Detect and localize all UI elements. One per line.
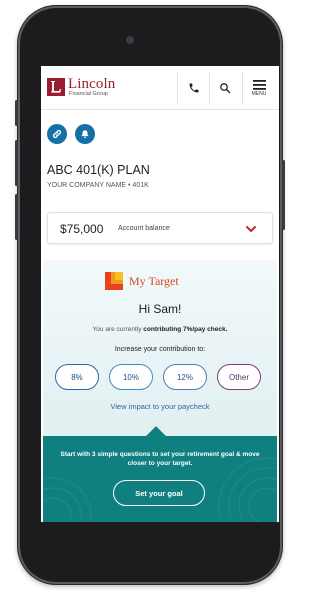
call-button[interactable] bbox=[182, 75, 206, 101]
balance-label: Account balance bbox=[118, 225, 170, 232]
greeting: Hi Sam! bbox=[138, 302, 182, 316]
phone-volume-down bbox=[15, 194, 18, 240]
my-target-header: My Target bbox=[105, 272, 225, 292]
phone-power-button bbox=[282, 160, 285, 230]
chevron-down-icon[interactable] bbox=[244, 222, 258, 236]
contribution-option-12[interactable]: 12% bbox=[163, 364, 207, 390]
app-header: Lincoln Financial Group MENU bbox=[41, 66, 279, 110]
link-button[interactable] bbox=[47, 124, 67, 144]
increase-contribution-label: Increase your contribution to: bbox=[114, 346, 206, 353]
notifications-button[interactable] bbox=[75, 124, 95, 144]
plan-title: ABC 401(K) PLAN bbox=[47, 163, 150, 177]
menu-label: MENU bbox=[251, 90, 267, 97]
account-balance-card[interactable]: $75,000 Account balance bbox=[47, 212, 273, 244]
header-divider bbox=[177, 72, 178, 104]
search-button[interactable] bbox=[213, 75, 237, 101]
goal-cta-text: Start with 3 simple questions to set you… bbox=[60, 451, 260, 467]
plan-subtitle: YOUR COMPANY NAME • 401K bbox=[47, 182, 149, 189]
lincoln-logo-mark-icon bbox=[47, 78, 65, 96]
front-camera bbox=[126, 36, 134, 44]
my-target-logo-icon bbox=[105, 272, 123, 290]
contribution-prefix: You are currently bbox=[92, 326, 144, 333]
phone-mute-switch bbox=[15, 100, 18, 126]
my-target-title: My Target bbox=[129, 274, 179, 288]
header-divider bbox=[209, 72, 210, 104]
my-target-card: My Target Hi Sam! You are currently cont… bbox=[43, 260, 277, 522]
bell-icon bbox=[81, 130, 89, 139]
view-impact-link[interactable]: View impact to your paycheck bbox=[43, 402, 277, 411]
contribution-highlight: contributing 7%/pay check. bbox=[143, 326, 228, 333]
brand-subtitle: Financial Group bbox=[69, 91, 108, 97]
decorative-rings bbox=[43, 457, 277, 522]
contribution-option-8[interactable]: 8% bbox=[55, 364, 99, 390]
contribution-option-other[interactable]: Other bbox=[217, 364, 261, 390]
search-icon bbox=[220, 83, 231, 94]
link-icon bbox=[52, 129, 62, 139]
phone-screen: Lincoln Financial Group MENU ABC 401(K) … bbox=[41, 66, 279, 522]
header-divider bbox=[242, 72, 243, 104]
balance-amount: $75,000 bbox=[60, 222, 104, 236]
goal-cta-banner: Start with 3 simple questions to set you… bbox=[43, 436, 277, 522]
hamburger-menu-icon bbox=[252, 79, 266, 90]
menu-button[interactable]: MENU bbox=[247, 75, 271, 101]
contribution-option-10[interactable]: 10% bbox=[109, 364, 153, 390]
phone-volume-up bbox=[15, 140, 18, 186]
brand-logo[interactable]: Lincoln Financial Group bbox=[47, 76, 143, 100]
current-contribution: You are currently contributing 7%/pay ch… bbox=[43, 326, 277, 333]
phone-icon bbox=[189, 83, 199, 93]
set-goal-button[interactable]: Set your goal bbox=[113, 480, 205, 506]
